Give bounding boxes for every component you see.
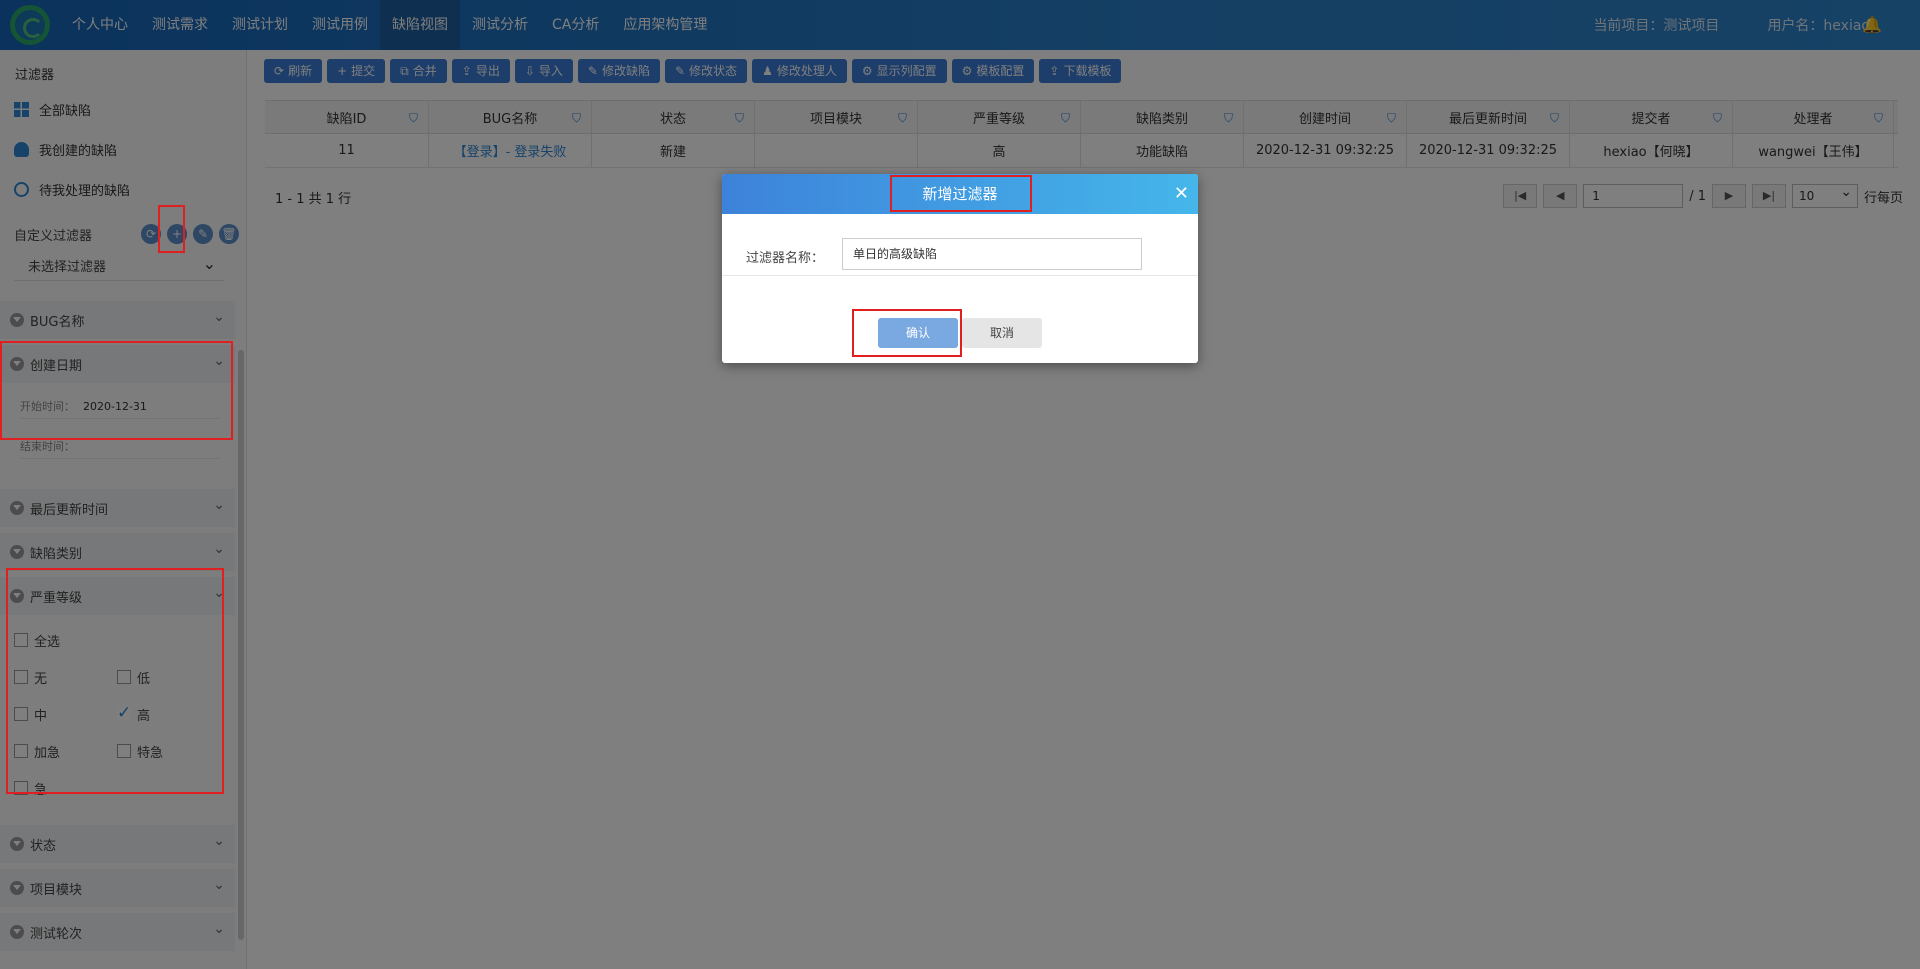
filter-name-label: 过滤器名称：: [746, 251, 825, 266]
dialog-header: 新增过滤器 ✕: [722, 174, 1198, 214]
add-filter-dialog: 新增过滤器 ✕ 过滤器名称： 单日的高级缺陷 确认 取消: [722, 174, 1198, 363]
dialog-title: 新增过滤器: [922, 185, 998, 203]
close-icon[interactable]: ✕: [1174, 174, 1189, 214]
confirm-button[interactable]: 确认: [878, 318, 958, 348]
cancel-button[interactable]: 取消: [962, 318, 1042, 348]
filter-name-input[interactable]: 单日的高级缺陷: [842, 238, 1142, 270]
modal-overlay[interactable]: [0, 0, 1920, 969]
dialog-body: 过滤器名称： 单日的高级缺陷: [722, 214, 1198, 276]
